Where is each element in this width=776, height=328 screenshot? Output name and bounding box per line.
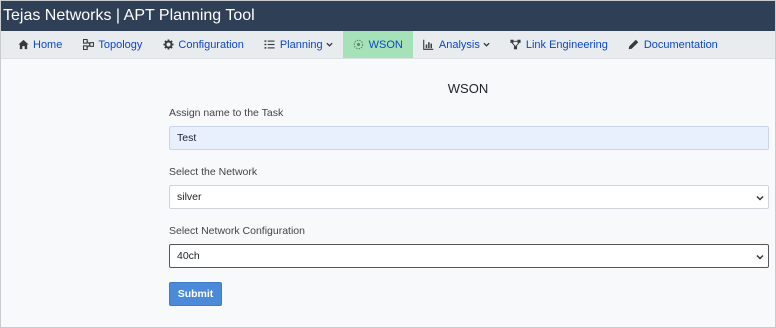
nav-item-link-engineering[interactable]: Link Engineering [500, 31, 618, 58]
chart-icon [423, 39, 435, 51]
nav-label-documentation: Documentation [643, 38, 718, 51]
main-nav: Home Topology Configuration Planning WSO… [1, 31, 775, 59]
network-config-label: Select Network Configuration [169, 225, 305, 237]
task-name-value: Test [177, 132, 197, 144]
pencil-icon [628, 39, 640, 51]
main-content: WSON Assign name to the Task Test Select… [1, 60, 775, 327]
chevron-down-icon [756, 194, 764, 202]
nav-label-home: Home [33, 38, 63, 51]
nav-label-topology: Topology [98, 38, 143, 51]
nav-label-planning: Planning [279, 38, 323, 51]
link-network-icon [510, 39, 522, 51]
app-title: Tejas Networks | APT Planning Tool [1, 1, 775, 31]
network-config-select-value: 40ch [177, 250, 200, 262]
nav-label-configuration: Configuration [178, 38, 244, 51]
nav-item-home[interactable]: Home [7, 31, 72, 58]
chevron-down-icon [756, 253, 764, 261]
nav-item-topology[interactable]: Topology [72, 31, 152, 58]
nav-label-wson: WSON [368, 38, 403, 51]
nav-item-configuration[interactable]: Configuration [152, 31, 253, 58]
task-name-input[interactable]: Test [169, 126, 769, 150]
network-config-select[interactable]: 40ch [169, 244, 769, 268]
nav-label-link-engineering: Link Engineering [525, 38, 608, 51]
app-window: Tejas Networks | APT Planning Tool Home … [0, 0, 776, 328]
task-name-label: Assign name to the Task [169, 107, 284, 119]
network-label: Select the Network [169, 166, 258, 178]
list-icon [264, 39, 276, 51]
network-select-value: silver [177, 191, 202, 203]
submit-button[interactable]: Submit [169, 282, 222, 306]
page-title: WSON [447, 81, 489, 96]
wson-form: Assign name to the Task Test Select the … [169, 106, 769, 306]
nav-label-analysis: Analysis [438, 38, 480, 51]
network-select[interactable]: silver [169, 185, 769, 209]
chevron-down-icon [483, 41, 490, 48]
gear-icon [162, 39, 174, 51]
chevron-down-icon [326, 41, 333, 48]
home-icon [17, 39, 29, 51]
nav-item-wson[interactable]: WSON [342, 31, 413, 58]
wson-icon [353, 39, 365, 51]
topology-icon [82, 39, 94, 51]
nav-item-planning[interactable]: Planning [254, 31, 343, 58]
nav-item-documentation[interactable]: Documentation [618, 31, 728, 58]
nav-item-analysis[interactable]: Analysis [413, 31, 500, 58]
